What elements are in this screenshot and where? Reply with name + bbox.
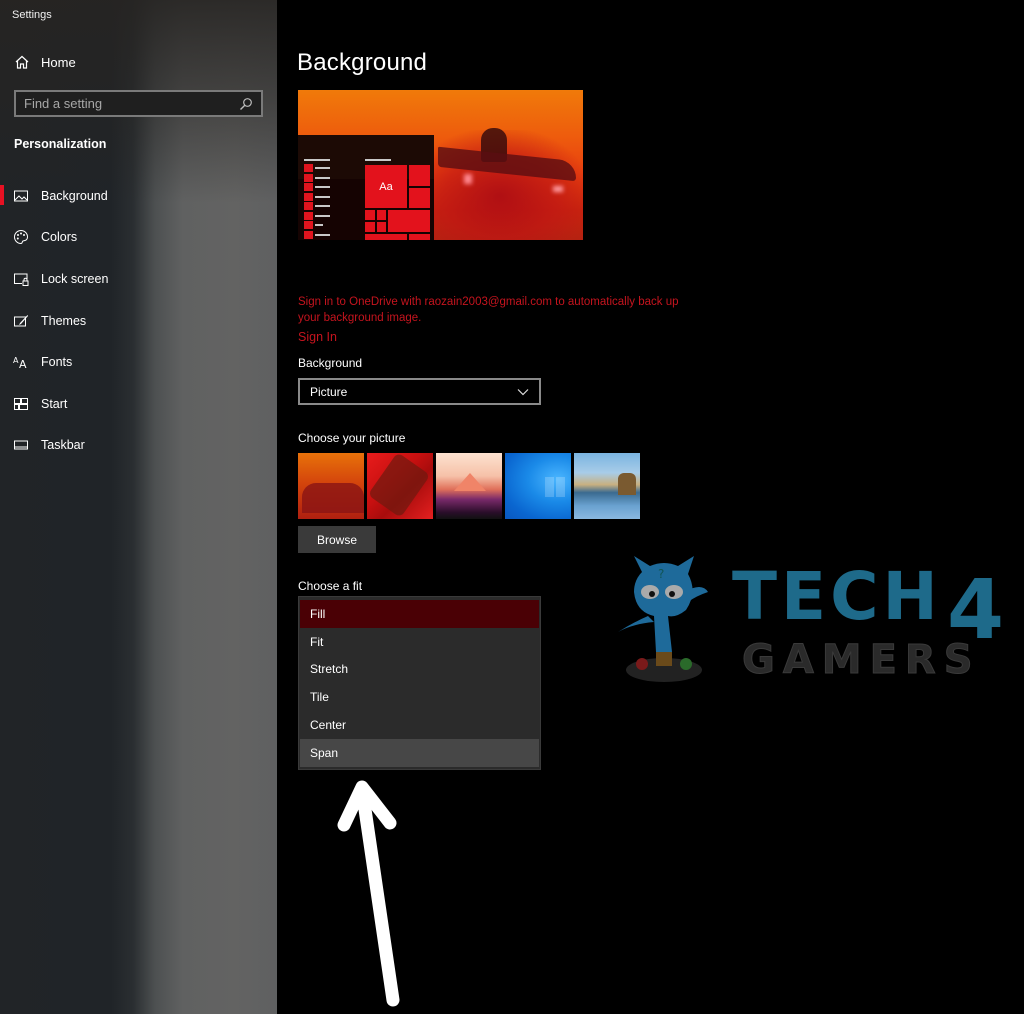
sidebar-item-fonts[interactable]: A A Fonts xyxy=(0,341,277,383)
sidebar-item-label: Taskbar xyxy=(41,438,85,453)
search-icon[interactable] xyxy=(239,97,253,111)
fit-option-stretch[interactable]: Stretch xyxy=(300,656,539,684)
tech4gamers-watermark: ? TECH 4 GAMERS xyxy=(612,552,1012,687)
sidebar-item-label: Background xyxy=(41,188,108,203)
fit-dropdown-list: Fill Fit Stretch Tile Center Span xyxy=(298,596,541,770)
home-label: Home xyxy=(41,54,76,70)
picture-icon xyxy=(14,190,28,202)
sidebar-item-lock-screen[interactable]: Lock screen xyxy=(0,258,277,300)
sidebar: Settings Home Find a setting Personaliza… xyxy=(0,0,277,1014)
annotation-arrow-icon xyxy=(337,780,400,1007)
picture-thumbnail[interactable] xyxy=(367,453,433,519)
search-placeholder: Find a setting xyxy=(24,96,103,111)
sign-in-link[interactable]: Sign In xyxy=(298,330,337,344)
fit-option-center[interactable]: Center xyxy=(300,711,539,739)
fit-option-fill[interactable]: Fill xyxy=(300,600,539,628)
background-preview: Aa xyxy=(298,90,583,240)
preview-tile-aa: Aa xyxy=(365,165,407,208)
sidebar-item-start[interactable]: Start xyxy=(0,383,277,425)
fit-option-span[interactable]: Span xyxy=(300,738,539,767)
picture-thumbnail[interactable] xyxy=(574,453,640,519)
sidebar-item-colors[interactable]: Colors xyxy=(0,217,277,259)
picture-thumbnail[interactable] xyxy=(298,453,364,519)
choose-picture-label: Choose your picture xyxy=(298,431,406,445)
fit-option-fit[interactable]: Fit xyxy=(300,628,539,656)
home-link[interactable]: Home xyxy=(14,54,76,70)
preview-start-menu: Aa xyxy=(298,135,434,240)
sidebar-item-themes[interactable]: Themes xyxy=(0,300,277,342)
themes-icon xyxy=(14,314,28,327)
picture-thumbnail[interactable] xyxy=(436,453,502,519)
sidebar-item-label: Start xyxy=(41,396,68,411)
watermark-gamers-text: GAMERS xyxy=(742,637,981,683)
background-label: Background xyxy=(298,356,363,370)
fonts-icon: A A xyxy=(13,356,27,370)
svg-text:A: A xyxy=(19,358,27,370)
watermark-tech-text: TECH xyxy=(732,558,942,635)
palette-icon xyxy=(14,230,29,245)
sidebar-item-label: Colors xyxy=(41,230,78,245)
mascot-icon: ? xyxy=(618,556,708,682)
browse-button[interactable]: Browse xyxy=(298,526,376,553)
background-type-value: Picture xyxy=(310,384,348,399)
background-type-select[interactable]: Picture xyxy=(298,378,541,405)
chevron-down-icon xyxy=(517,388,529,395)
svg-text:?: ? xyxy=(658,567,664,581)
app-title: Settings xyxy=(12,9,52,21)
home-icon xyxy=(15,55,29,69)
fit-option-tile[interactable]: Tile xyxy=(300,683,539,711)
taskbar-icon xyxy=(14,440,28,450)
sidebar-nav: Background Colors Lock screen Themes A A… xyxy=(0,175,277,466)
sidebar-item-label: Fonts xyxy=(41,355,73,370)
sidebar-item-taskbar[interactable]: Taskbar xyxy=(0,425,277,467)
sidebar-item-background[interactable]: Background xyxy=(0,175,277,217)
start-icon xyxy=(14,397,28,410)
sidebar-item-label: Lock screen xyxy=(41,271,109,286)
onedrive-message: Sign in to OneDrive with raozain2003@gma… xyxy=(298,296,679,324)
page-title: Background xyxy=(297,49,428,76)
search-input[interactable]: Find a setting xyxy=(14,90,263,117)
section-title: Personalization xyxy=(14,137,107,151)
picture-thumbnail[interactable] xyxy=(505,453,571,519)
choose-fit-label: Choose a fit xyxy=(298,579,363,593)
lock-screen-icon xyxy=(14,273,29,286)
sidebar-item-label: Themes xyxy=(41,313,87,328)
picture-thumbnails xyxy=(298,453,640,519)
